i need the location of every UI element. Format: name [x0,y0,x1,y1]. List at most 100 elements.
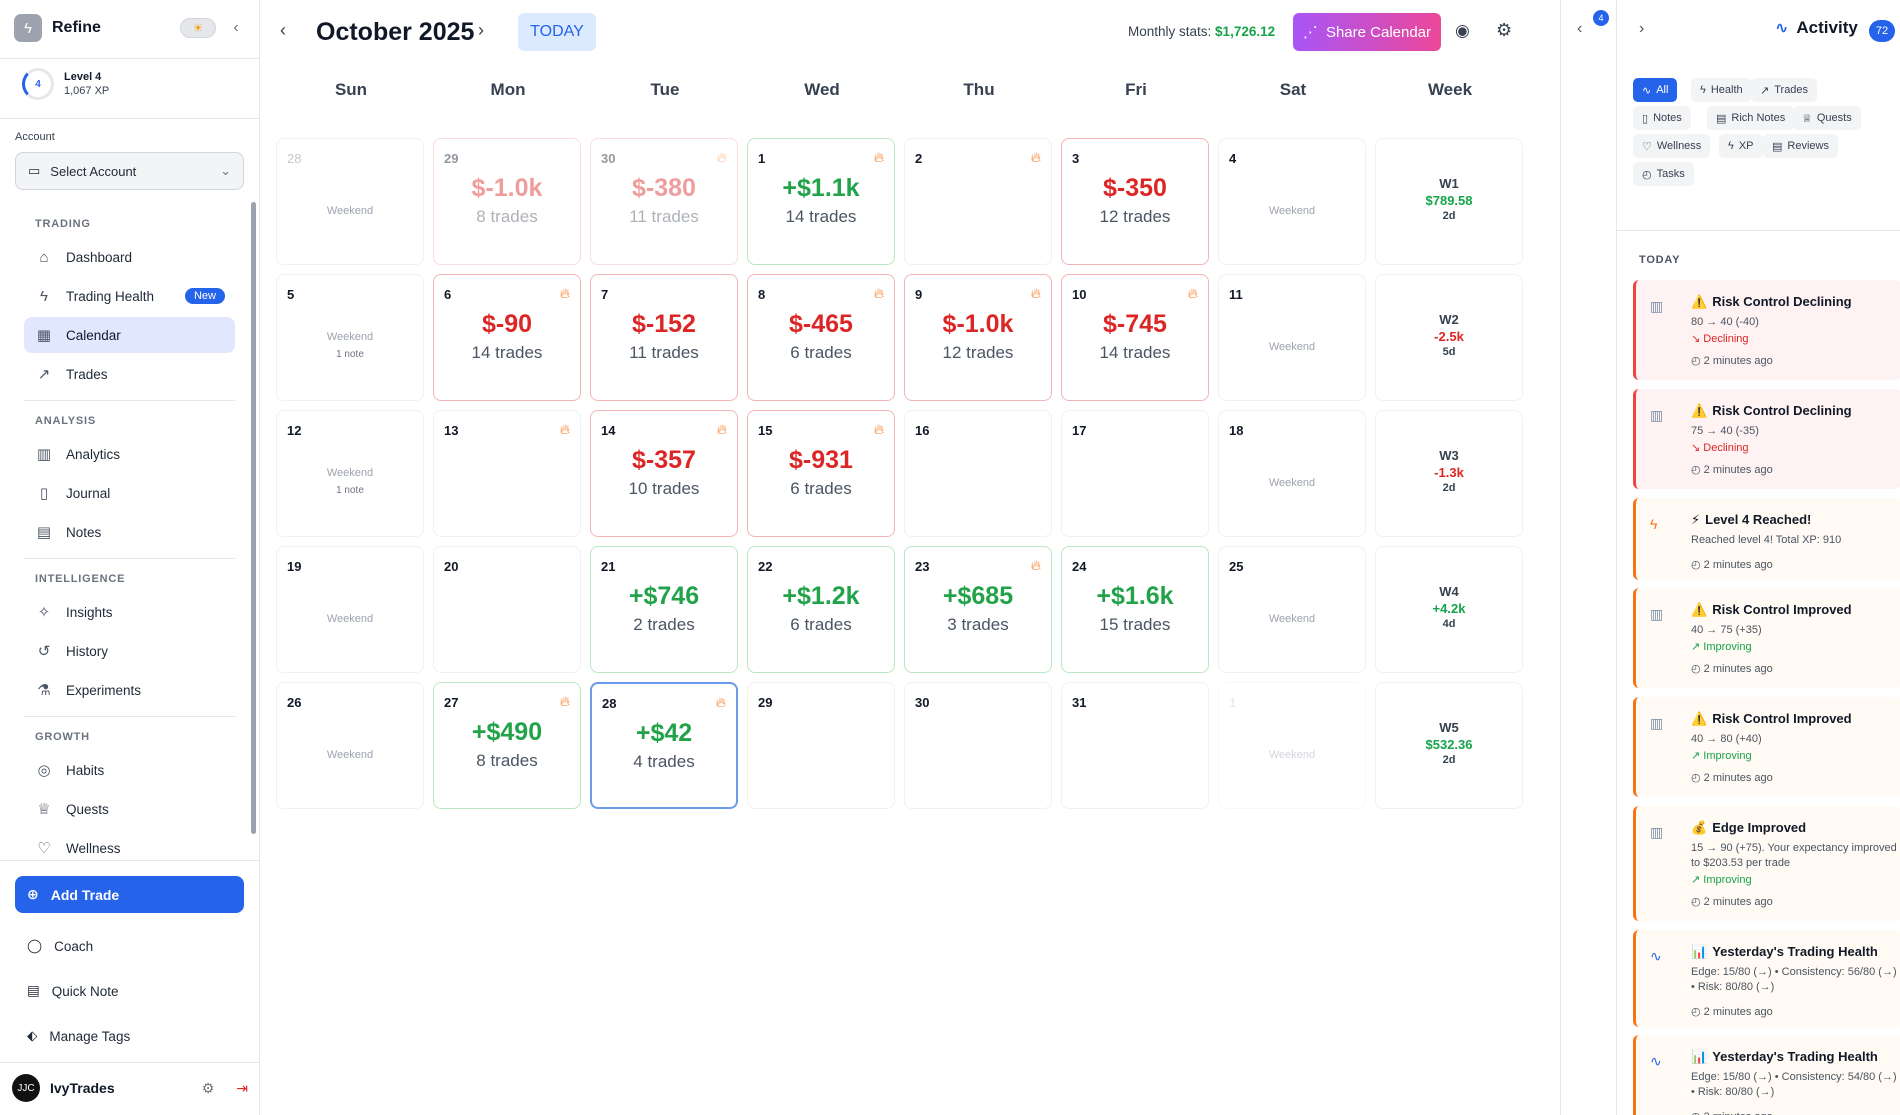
activity-card[interactable]: ▥ 💰 Edge Improved 15 → 90 (+75). Your expec… [1633,806,1900,921]
calendar-day[interactable]: 8 🔥︎ $-465 6 trades [747,274,895,401]
filter-chip-reviews[interactable]: ▤ Reviews [1763,134,1838,158]
calendar-day[interactable]: 30 🔥︎ $-380 11 trades [590,138,738,265]
calendar-day[interactable]: 1 Weekend [1218,682,1366,809]
week-summary[interactable]: W5 $532.36 2d [1375,682,1523,809]
calendar-day[interactable]: 18 Weekend [1218,410,1366,537]
week-summary[interactable]: W1 $789.58 2d [1375,138,1523,265]
calendar-day-today[interactable]: 28 🔥︎ +$42 4 trades [590,682,738,809]
calendar-day[interactable]: 29 [747,682,895,809]
calendar-day[interactable]: 14 🔥︎ $-357 10 trades [590,410,738,537]
filter-chip-tasks[interactable]: ◴ Tasks [1633,162,1694,186]
day-trade-count: 14 trades [471,343,543,362]
filter-chip-health[interactable]: ϟ Health [1691,78,1752,102]
sidebar-item-wellness[interactable]: ♡ Wellness [24,830,235,856]
activity-card[interactable]: ▥ ⚠️ Risk Control Improved 40 → 80 (+40) ↗ I… [1633,697,1900,797]
sidebar-scrollbar[interactable] [251,202,256,834]
filter-chip-notes[interactable]: ▯ Notes [1633,106,1691,130]
day-pnl: +$1.1k [782,174,860,202]
filter-chip-quests[interactable]: ♕ Quests [1793,106,1861,130]
sidebar-item-insights[interactable]: ✧ Insights [24,594,235,630]
sidebar-item-quests[interactable]: ♕ Quests [24,791,235,827]
calendar-day[interactable]: 28 Weekend [276,138,424,265]
next-month-chevron-icon[interactable]: › [478,20,484,41]
settings-gear-icon[interactable]: ⚙ [202,1080,215,1097]
calendar-settings-gear-icon[interactable]: ⚙ [1496,20,1512,41]
sidebar-item-history[interactable]: ↺ History [24,633,235,669]
weekend-label: Weekend [326,205,374,217]
weekday-header: Fri [1125,80,1147,99]
activity-card[interactable]: ∿ 📊 Yesterday's Trading Health Edge: 15/80 … [1633,930,1900,1027]
quick-note-button[interactable]: ▤ Quick Note [15,973,244,1009]
eye-icon[interactable]: ◉ [1455,21,1470,41]
collapse-activity-chevron-icon[interactable]: › [1639,20,1644,38]
manage-tags-button[interactable]: ⬖ Manage Tags [15,1018,244,1054]
calendar-day[interactable]: 23 🔥︎ +$685 3 trades [904,546,1052,673]
week-summary[interactable]: W3 -1.3k 2d [1375,410,1523,537]
calendar-day[interactable]: 10 🔥︎ $-745 14 trades [1061,274,1209,401]
activity-card[interactable]: ▥ ⚠️ Risk Control Improved 40 → 75 (+35) ↗ I… [1633,588,1900,688]
calendar-day[interactable]: 4 Weekend [1218,138,1366,265]
sidebar-item-trading-health[interactable]: ϟ Trading Health New [24,278,235,314]
sidebar-item-analytics[interactable]: ▥ Analytics [24,436,235,472]
calendar-day[interactable]: 2 🔥︎ [904,138,1052,265]
sidebar-item-notes[interactable]: ▤ Notes [24,514,235,550]
calendar-day[interactable]: 21 +$746 2 trades [590,546,738,673]
activity-card[interactable]: ▥ ⚠️ Risk Control Declining 80 → 40 (-40) ↘ … [1633,280,1900,380]
filter-chip-all[interactable]: ∿ All [1633,78,1678,102]
activity-card[interactable]: ▥ ⚠️ Risk Control Declining 75 → 40 (-35) ↘ … [1633,389,1900,489]
calendar-day[interactable]: 3 $-350 12 trades [1061,138,1209,265]
week-summary[interactable]: W2 -2.5k 5d [1375,274,1523,401]
logout-icon[interactable]: ⇥ [236,1080,248,1097]
calendar-day[interactable]: 1 🔥︎ +$1.1k 14 trades [747,138,895,265]
calendar-day[interactable]: 15 🔥︎ $-931 6 trades [747,410,895,537]
calendar-day[interactable]: 13 🔥︎ [433,410,581,537]
calendar-day[interactable]: 20 [433,546,581,673]
calendar-day[interactable]: 7 $-152 11 trades [590,274,738,401]
calendar-day[interactable]: 25 Weekend [1218,546,1366,673]
coach-button[interactable]: ◯ Coach [15,928,244,964]
calendar-day[interactable]: 9 🔥︎ $-1.0k 12 trades [904,274,1052,401]
add-trade-button[interactable]: ⊕ Add Trade [15,876,244,913]
manage-tags-label: Manage Tags [49,1028,131,1044]
calendar-day[interactable]: 16 [904,410,1052,537]
collapse-sidebar-chevron-icon[interactable]: ‹ [226,19,246,37]
avatar[interactable]: JJC [12,1074,40,1102]
account-select[interactable]: ▭ Select Account ⌄ [15,152,244,190]
calendar-day[interactable]: 30 [904,682,1052,809]
calendar-day[interactable]: 26 Weekend [276,682,424,809]
monthly-stats-value: $1,726.12 [1215,24,1276,39]
sidebar-item-dashboard[interactable]: ⌂ Dashboard [24,239,235,275]
filter-chip-xp[interactable]: ϟ XP [1719,134,1763,158]
expand-chevron-icon[interactable]: ‹ [1577,20,1582,38]
calendar-day[interactable]: 27 🔥︎ +$490 8 trades [433,682,581,809]
previous-month-chevron-icon[interactable]: ‹ [280,20,286,41]
calendar-day[interactable]: 31 [1061,682,1209,809]
calendar-day[interactable]: 17 [1061,410,1209,537]
sidebar-item-habits[interactable]: ◎ Habits [24,752,235,788]
week-summary[interactable]: W4 +4.2k 4d [1375,546,1523,673]
filter-chip-rich-notes[interactable]: ▤ Rich Notes [1707,106,1795,130]
activity-card-time: ◴ 2 minutes ago [1691,558,1773,571]
sidebar-item-trades[interactable]: ↗ Trades [24,356,235,392]
calendar-day[interactable]: 12 Weekend 1 note [276,410,424,537]
calendar-day[interactable]: 5 Weekend 1 note [276,274,424,401]
activity-card[interactable]: ∿ 📊 Yesterday's Trading Health Edge: 15/80 … [1633,1035,1900,1115]
activity-card[interactable]: ϟ ⚡ Level 4 Reached! Reached level 4! Total… [1633,498,1900,580]
activity-card-title: ⚠️ Risk Control Improved [1691,711,1852,727]
sidebar-item-calendar[interactable]: ▦ Calendar [24,317,235,353]
sidebar-item-journal[interactable]: ▯ Journal [24,475,235,511]
calendar-day[interactable]: 6 🔥︎ $-90 14 trades [433,274,581,401]
share-calendar-button[interactable]: ⋰ Share Calendar [1293,13,1441,51]
level-indicator[interactable]: 4 Level 4 1,067 XP [22,68,109,100]
theme-toggle[interactable]: ☀ [180,18,216,38]
filter-chip-trades[interactable]: ↗ Trades [1751,78,1818,102]
calendar-day[interactable]: 24 +$1.6k 15 trades [1061,546,1209,673]
calendar-day[interactable]: 22 +$1.2k 6 trades [747,546,895,673]
filter-chip-wellness[interactable]: ♡ Wellness [1633,134,1711,158]
calendar-day[interactable]: 29 $-1.0k 8 trades [433,138,581,265]
today-button[interactable]: TODAY [518,13,596,51]
calendar-day[interactable]: 11 Weekend [1218,274,1366,401]
sidebar-item-experiments[interactable]: ⚗ Experiments [24,672,235,708]
calendar-day[interactable]: 19 Weekend [276,546,424,673]
filter-chip-label: All [1656,84,1669,96]
